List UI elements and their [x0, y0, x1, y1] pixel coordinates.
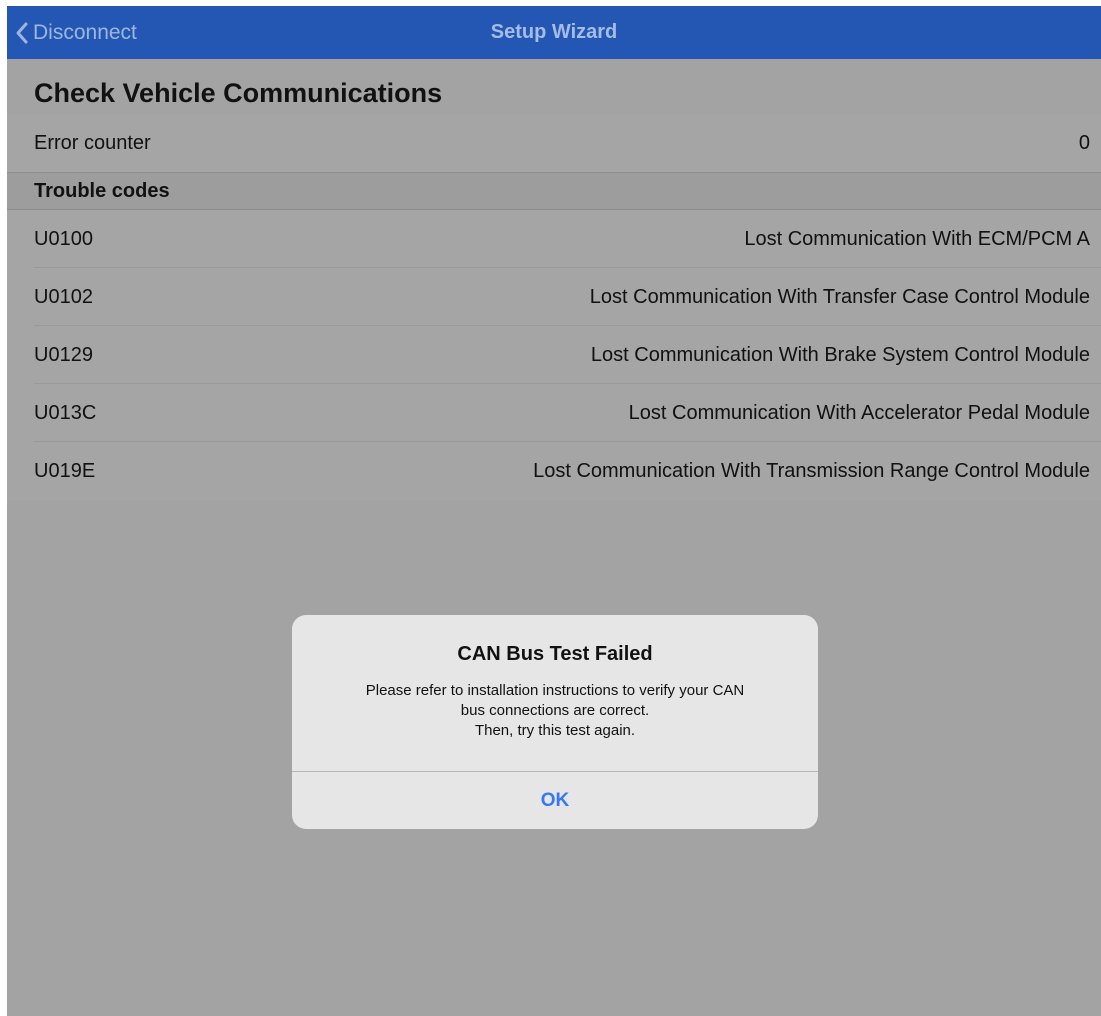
- error-counter-value: 0: [1078, 132, 1090, 154]
- section-title: Check Vehicle Communications: [34, 78, 443, 108]
- alert-message-line: bus connections are correct.: [460, 702, 650, 719]
- trouble-code-description: Lost Communication With Transmission Ran…: [533, 459, 1090, 482]
- trouble-codes-header-label: Trouble codes: [34, 179, 170, 202]
- trouble-codes-header: Trouble codes: [7, 172, 1101, 210]
- navigation-bar: Disconnect Setup Wizard: [7, 6, 1101, 59]
- trouble-code-description: Lost Communication With Brake System Con…: [590, 343, 1090, 366]
- trouble-code-description: Lost Communication With ECM/PCM A: [744, 227, 1090, 250]
- alert-dialog: CAN Bus Test Failed Please refer to inst…: [292, 615, 818, 829]
- trouble-code-description: Lost Communication With Transfer Case Co…: [589, 285, 1090, 308]
- trouble-code: U019E: [34, 459, 96, 482]
- alert-message-line: Please refer to installation instruction…: [365, 682, 745, 699]
- trouble-code-row: U013C Lost Communication With Accelerato…: [7, 384, 1101, 442]
- trouble-code-description: Lost Communication With Accelerator Peda…: [628, 401, 1090, 424]
- trouble-code-row: U0100 Lost Communication With ECM/PCM A: [7, 210, 1101, 268]
- trouble-code: U013C: [34, 401, 97, 424]
- alert-message-line: Then, try this test again.: [474, 722, 636, 739]
- trouble-code-row: U019E Lost Communication With Transmissi…: [7, 442, 1101, 500]
- trouble-code: U0129: [34, 343, 93, 366]
- trouble-code-row: U0102 Lost Communication With Transfer C…: [7, 268, 1101, 326]
- alert-message: Please refer to installation instruction…: [312, 681, 798, 741]
- alert-title: CAN Bus Test Failed: [457, 643, 653, 665]
- error-counter-label: Error counter: [34, 132, 151, 154]
- trouble-code: U0102: [34, 285, 93, 308]
- app-screen: Disconnect Setup Wizard Check Vehicle Co…: [7, 6, 1101, 1016]
- error-counter-row: Error counter 0: [7, 115, 1101, 172]
- trouble-code-row: U0129 Lost Communication With Brake Syst…: [7, 326, 1101, 384]
- ok-button[interactable]: OK: [292, 772, 818, 829]
- page-title: Setup Wizard: [490, 21, 618, 43]
- trouble-code-list: U0100 Lost Communication With ECM/PCM A …: [7, 210, 1101, 500]
- trouble-code: U0100: [34, 227, 93, 250]
